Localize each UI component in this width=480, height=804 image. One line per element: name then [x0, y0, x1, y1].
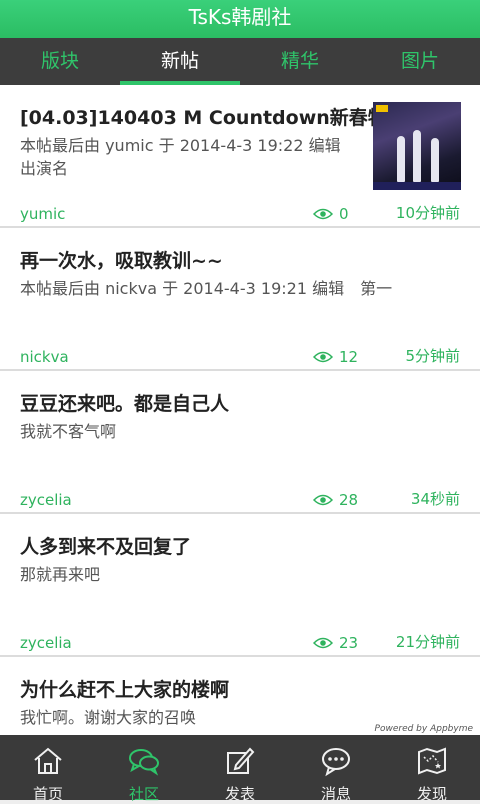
tab-featured[interactable]: 精华: [240, 38, 360, 85]
compose-icon: [227, 747, 255, 774]
post-thumbnail[interactable]: [373, 102, 461, 190]
thumbnail-figure: [431, 138, 439, 182]
post-excerpt: 那就再来吧: [20, 565, 101, 584]
post-author[interactable]: yumic: [20, 205, 65, 223]
post-time: 21分钟前: [395, 633, 460, 651]
post-title: 再一次水，吸取教训~~: [20, 250, 223, 272]
nav-compose[interactable]: 发表: [192, 735, 288, 803]
post-title: [04.03]140403 M Countdown新春特: [20, 107, 387, 129]
app-title: TsKs韩剧社: [0, 0, 480, 38]
nav-home[interactable]: 首页: [0, 735, 96, 803]
nav-messages-label: 消息: [320, 785, 351, 803]
eye-icon: [313, 637, 333, 649]
post-author[interactable]: zycelia: [20, 491, 72, 509]
post-author[interactable]: nickva: [20, 348, 69, 366]
tab-bar: 版块 新帖 精华 图片: [0, 38, 480, 85]
post-views: 0: [313, 205, 349, 223]
post-list: [04.03]140403 M Countdown新春特 本帖最后由 yumic…: [0, 85, 480, 735]
thumbnail-logo: [376, 105, 388, 112]
eye-icon: [313, 494, 333, 506]
powered-by-label: Powered by Appbyme: [374, 724, 473, 734]
view-count: 0: [339, 205, 349, 223]
eye-icon: [313, 208, 333, 220]
view-count: 23: [339, 634, 359, 652]
nav-home-label: 首页: [32, 785, 63, 803]
post-title: 豆豆还来吧。都是自己人: [20, 393, 230, 415]
thumbnail-figure: [413, 130, 421, 182]
tab-new-posts[interactable]: 新帖: [120, 38, 240, 85]
list-item[interactable]: [04.03]140403 M Countdown新春特 本帖最后由 yumic…: [0, 85, 480, 228]
list-item[interactable]: 豆豆还来吧。都是自己人 我就不客气啊 zycelia 28 34秒前: [0, 371, 480, 514]
nav-discover-label: 发现: [416, 785, 447, 803]
post-author[interactable]: zycelia: [20, 634, 72, 652]
view-count: 12: [339, 348, 359, 366]
post-excerpt: 本帖最后由 nickva 于 2014-4-3 19:21 编辑 第一: [20, 279, 393, 298]
post-excerpt: 本帖最后由 yumic 于 2014-4-3 19:22 编辑 出演名: [20, 136, 357, 178]
view-count: 28: [339, 491, 359, 509]
discover-map-icon: [418, 747, 446, 775]
community-chat-icon: [129, 749, 159, 776]
post-time: 5分钟前: [405, 347, 460, 365]
post-views: 23: [313, 634, 358, 652]
eye-icon: [313, 351, 333, 363]
bottom-nav: 首页 社区 发表 消息 发现: [0, 735, 480, 803]
post-excerpt: 我就不客气啊: [20, 422, 117, 441]
post-time: 10分钟前: [395, 204, 460, 222]
nav-compose-label: 发表: [224, 785, 255, 803]
home-icon: [34, 747, 62, 774]
list-item[interactable]: 人多到来不及回复了 那就再来吧 zycelia 23 21分钟前: [0, 514, 480, 657]
post-time: 34秒前: [410, 490, 460, 508]
tab-pictures[interactable]: 图片: [360, 38, 480, 85]
nav-discover[interactable]: 发现: [384, 735, 480, 803]
list-item[interactable]: 再一次水，吸取教训~~ 本帖最后由 nickva 于 2014-4-3 19:2…: [0, 228, 480, 371]
nav-messages[interactable]: 消息: [288, 735, 384, 803]
post-views: 12: [313, 348, 358, 366]
thumbnail-figure: [397, 136, 405, 182]
post-views: 28: [313, 491, 358, 509]
tab-sections[interactable]: 版块: [0, 38, 120, 85]
thumbnail-caption-bar: [373, 182, 461, 190]
post-title: 为什么赶不上大家的楼啊: [20, 679, 230, 701]
nav-community-label: 社区: [128, 785, 159, 803]
post-title: 人多到来不及回复了: [20, 536, 192, 558]
message-icon: [322, 748, 350, 777]
nav-community[interactable]: 社区: [96, 735, 192, 803]
